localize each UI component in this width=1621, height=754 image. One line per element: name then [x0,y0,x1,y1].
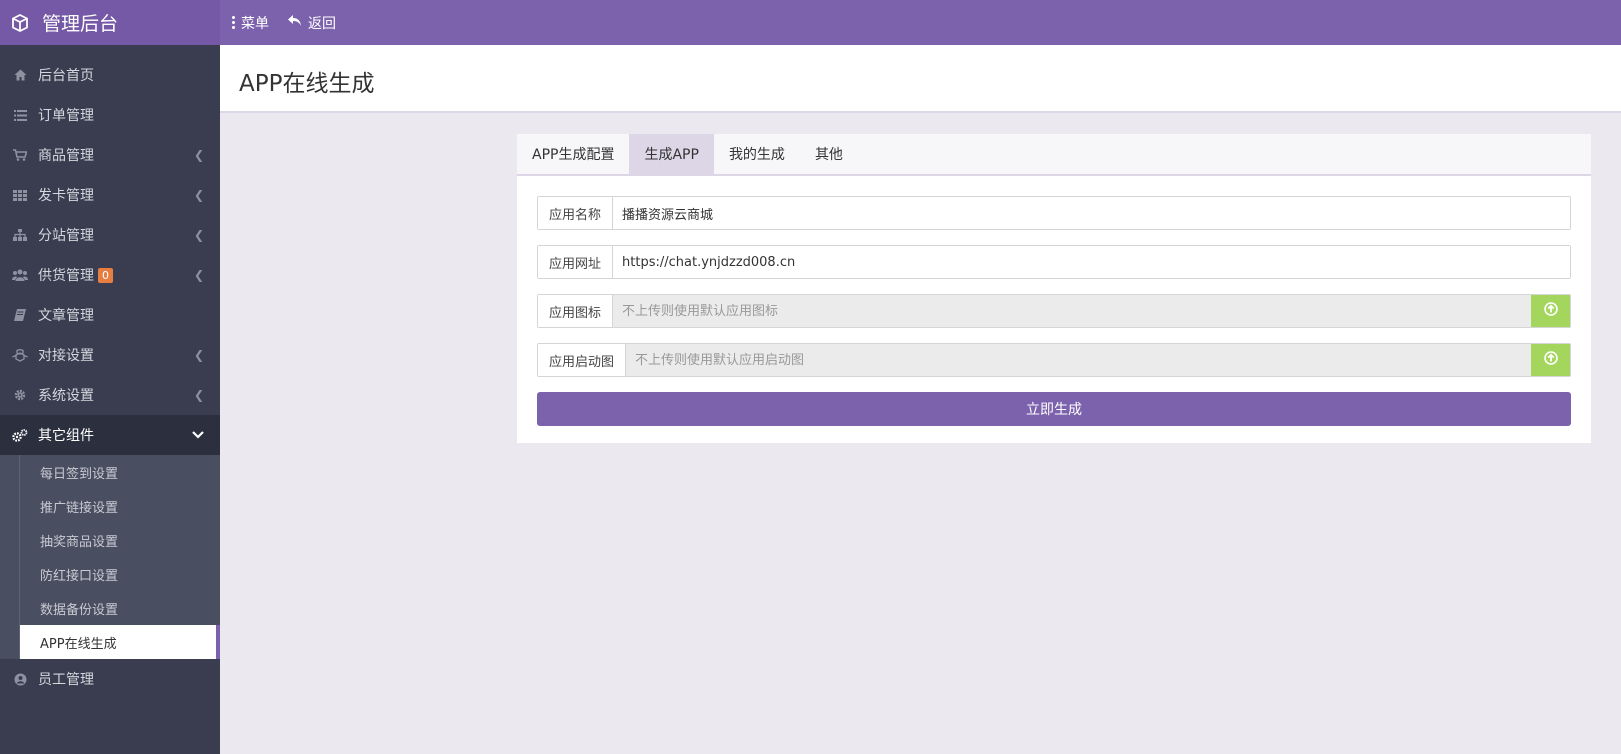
tab-generate-app[interactable]: 生成APP [629,134,714,174]
back-button[interactable]: 返回 [287,13,336,33]
tab-my-builds[interactable]: 我的生成 [714,134,800,174]
top-bar: 管理后台 菜单 返回 [0,0,1621,45]
sidebar-item-products[interactable]: 商品管理 ❮ [0,135,220,175]
sidebar-item-label: 供货管理 [38,268,94,284]
page-header: APP在线生成 [220,45,1621,113]
back-label: 返回 [308,15,336,32]
sidebar-item-label: 订单管理 [38,108,94,124]
submenu-item-daily-checkin[interactable]: 每日签到设置 [19,455,220,489]
submenu-item-label: 数据备份设置 [40,602,119,618]
upload-splash-button[interactable] [1531,344,1570,376]
sidebar-item-label: 发卡管理 [38,188,94,204]
tab-app-config[interactable]: APP生成配置 [517,134,629,174]
upload-icon [1543,302,1558,320]
grid-icon [12,187,28,203]
sidebar-item-articles[interactable]: 文章管理 [0,295,220,335]
menu-label: 菜单 [241,15,269,32]
sidebar-item-label: 文章管理 [38,308,94,324]
submenu-item-label: 推广链接设置 [40,500,119,516]
book-icon [12,307,28,323]
chevron-left-icon: ❮ [193,188,204,202]
home-icon [12,67,28,83]
menu-button[interactable]: 菜单 [232,13,269,33]
app-splash-label: 应用启动图 [538,344,627,376]
submenu-item-label: APP在线生成 [40,636,117,652]
chevron-left-icon: ❮ [193,388,204,402]
page-title: APP在线生成 [239,71,375,97]
sidebar-item-label: 后台首页 [38,68,94,84]
submenu-item-label: 抽奖商品设置 [40,534,119,550]
sidebar-item-orders[interactable]: 订单管理 [0,95,220,135]
chevron-left-icon: ❮ [193,348,204,362]
generate-now-button[interactable]: 立即生成 [537,392,1571,426]
app-splash-input [626,344,1531,376]
brand: 管理后台 [0,0,220,45]
ellipsis-vertical-icon [232,16,235,29]
tab-bar: APP生成配置 生成APP 我的生成 其他 [517,134,1591,176]
sidebar-item-substations[interactable]: 分站管理 ❮ [0,215,220,255]
app-icon-input [613,295,1531,327]
brand-title: 管理后台 [42,13,119,35]
gears-icon [12,427,28,443]
gear-icon [12,387,28,403]
sidebar-item-cards[interactable]: 发卡管理 ❮ [0,175,220,215]
app-url-input[interactable] [613,246,1570,278]
sidebar-item-label: 其它组件 [38,428,94,444]
sidebar-item-label: 对接设置 [38,348,94,364]
app-url-label: 应用网址 [538,246,614,278]
submenu-components: 每日签到设置 推广链接设置 抽奖商品设置 防红接口设置 数据备份设置 APP在线… [0,455,220,659]
app-name-label: 应用名称 [538,197,614,229]
sidebar-item-label: 分站管理 [38,228,94,244]
sidebar-item-label: 商品管理 [38,148,94,164]
cart-icon [12,147,28,163]
submenu-item-label: 每日签到设置 [40,466,119,482]
cubes-icon [12,347,28,363]
sidebar-item-system[interactable]: 系统设置 ❮ [0,375,220,415]
reply-icon [287,14,302,31]
user-circle-icon [12,671,28,687]
chevron-left-icon: ❮ [193,228,204,242]
app-name-row: 应用名称 [537,196,1571,230]
submenu-item-lottery[interactable]: 抽奖商品设置 [19,523,220,557]
submenu-item-promo-links[interactable]: 推广链接设置 [19,489,220,523]
app-url-row: 应用网址 [537,245,1571,279]
upload-icon [1543,351,1558,369]
submenu-item-backup[interactable]: 数据备份设置 [19,591,220,625]
tab-other[interactable]: 其他 [800,134,858,174]
submenu-item-label: 防红接口设置 [40,568,119,584]
sidebar-item-components[interactable]: 其它组件 [0,415,220,455]
sidebar-item-home[interactable]: 后台首页 [0,55,220,95]
chevron-left-icon: ❮ [193,148,204,162]
sitemap-icon [12,227,28,243]
sidebar: 后台首页 订单管理 商品管理 ❮ 发卡管理 ❮ 分站管理 ❮ 供货管理 0 ❮ … [0,45,220,754]
app-builder-card: APP生成配置 生成APP 我的生成 其他 应用名称 应用网址 应用图标 应用启… [517,134,1591,443]
chevron-left-icon: ❮ [193,268,204,282]
chevron-down-icon [192,428,204,442]
sidebar-item-supply[interactable]: 供货管理 0 ❮ [0,255,220,295]
app-icon-label: 应用图标 [538,295,614,327]
upload-icon-button[interactable] [1531,295,1570,327]
app-splash-row: 应用启动图 [537,343,1571,377]
submenu-item-anti-block[interactable]: 防红接口设置 [19,557,220,591]
count-badge: 0 [98,267,113,283]
sidebar-item-staff[interactable]: 员工管理 [0,659,220,699]
sidebar-item-label: 员工管理 [38,672,94,688]
sidebar-item-label: 系统设置 [38,388,94,404]
users-icon [12,267,28,283]
app-name-input[interactable] [613,197,1570,229]
list-icon [12,107,28,123]
sidebar-item-integration[interactable]: 对接设置 ❮ [0,335,220,375]
submenu-item-app-builder[interactable]: APP在线生成 [19,625,220,659]
cube-icon [10,13,30,33]
app-icon-row: 应用图标 [537,294,1571,328]
